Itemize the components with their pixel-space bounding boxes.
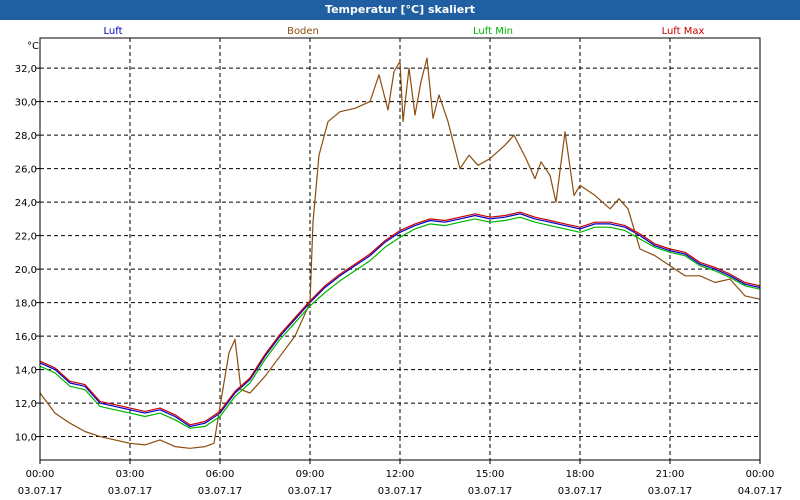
x-tick-date-label: 03.07.17 — [378, 486, 423, 497]
y-tick-label: 28,0 — [15, 131, 37, 142]
y-tick-label: 16,0 — [15, 332, 37, 343]
x-tick-time-label: 09:00 — [296, 469, 325, 480]
y-tick-label: 26,0 — [15, 165, 37, 176]
y-tick-label: 14,0 — [15, 366, 37, 377]
x-tick-date-label: 03.07.17 — [288, 486, 333, 497]
legend-entry-boden: Boden — [287, 26, 319, 37]
chart-window: Temperatur [°C] skaliert °C 10,0 12,0 14,0… — [0, 0, 800, 500]
x-tick-date-label: 03.07.17 — [558, 486, 603, 497]
y-tick-label: 18,0 — [15, 299, 37, 310]
x-tick-time-label: 00:00 — [26, 469, 55, 480]
x-tick-time-label: 12:00 — [386, 469, 415, 480]
x-tick-time-label: 00:00 — [746, 469, 775, 480]
y-tick-label: 32,0 — [15, 64, 37, 75]
x-tick-date-label: 03.07.17 — [198, 486, 243, 497]
x-tick-time-label: 06:00 — [206, 469, 235, 480]
y-tick-label: 22,0 — [15, 232, 37, 243]
x-tick-date-label: 03.07.17 — [468, 486, 513, 497]
x-tick-date-label: 03.07.17 — [18, 486, 63, 497]
x-tick-date-label: 03.07.17 — [108, 486, 153, 497]
legend-entry-luft-max: Luft Max — [662, 26, 705, 37]
y-tick-label: 24,0 — [15, 198, 37, 209]
legend-entry-luft-min: Luft Min — [473, 26, 513, 37]
x-tick-time-label: 03:00 — [116, 469, 145, 480]
y-tick-label: 20,0 — [15, 265, 37, 276]
plot-background — [0, 20, 800, 500]
y-tick-label: 10,0 — [15, 433, 37, 444]
x-tick-time-label: 21:00 — [656, 469, 685, 480]
x-tick-date-label: 04.07.17 — [738, 486, 783, 497]
temperature-chart: °C 10,0 12,0 14,0 16,0 18,0 20,0 22,0 24,0 26,0 2… — [0, 20, 800, 500]
y-tick-label: 12,0 — [15, 399, 37, 410]
x-tick-time-label: 18:00 — [566, 469, 595, 480]
x-tick-date-label: 03.07.17 — [648, 486, 693, 497]
x-tick-time-label: 15:00 — [476, 469, 505, 480]
y-tick-label: 30,0 — [15, 98, 37, 109]
legend-entry-luft: Luft — [104, 26, 123, 37]
y-axis-unit-label: °C — [27, 41, 39, 52]
